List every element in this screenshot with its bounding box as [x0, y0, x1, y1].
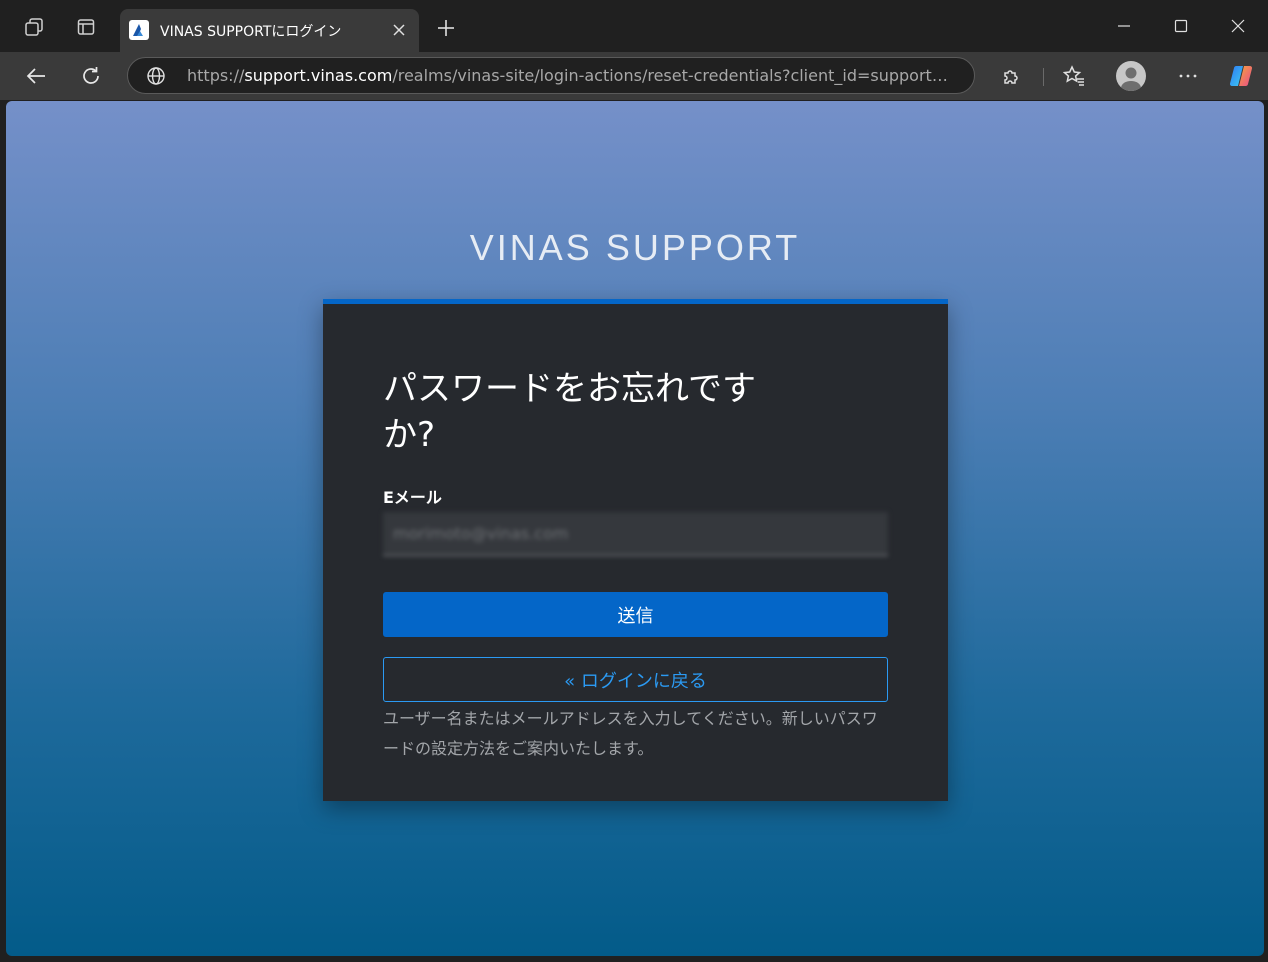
url-scheme: https://: [187, 66, 245, 85]
browser-window: VINAS SUPPORTにログイン https://support.vinas…: [0, 0, 1268, 962]
page-content: VINAS SUPPORT パスワードをお忘れですか? Eメール 送信 « ログ…: [6, 101, 1264, 956]
active-tab[interactable]: VINAS SUPPORTにログイン: [120, 9, 419, 52]
plus-icon[interactable]: [432, 14, 460, 42]
url-host: support.vinas.com: [244, 66, 393, 85]
puzzle-icon[interactable]: [996, 60, 1028, 92]
refresh-icon[interactable]: [75, 60, 107, 92]
address-bar[interactable]: https://support.vinas.com/realms/vinas-s…: [127, 57, 975, 94]
tab-strip: VINAS SUPPORTにログイン: [0, 0, 1268, 52]
url-text[interactable]: https://support.vinas.com/realms/vinas-s…: [187, 66, 957, 85]
tab-title: VINAS SUPPORTにログイン: [160, 24, 342, 40]
reset-password-card: パスワードをお忘れですか? Eメール 送信 « ログインに戻る ユーザー名または…: [323, 299, 948, 801]
close-window-icon[interactable]: [1218, 10, 1258, 42]
maximize-icon[interactable]: [1161, 10, 1201, 42]
more-icon[interactable]: [1172, 60, 1204, 92]
vinas-logo-icon: [129, 20, 149, 40]
submit-button[interactable]: 送信: [383, 592, 888, 637]
close-icon[interactable]: [389, 20, 409, 40]
email-field[interactable]: [383, 512, 888, 556]
toolbar-separator: [1043, 68, 1044, 86]
globe-icon[interactable]: [146, 66, 166, 86]
email-label: Eメール: [383, 488, 442, 507]
back-to-login-link[interactable]: « ログインに戻る: [383, 657, 888, 702]
favorites-icon[interactable]: [1058, 60, 1090, 92]
copilot-icon[interactable]: [1225, 60, 1257, 92]
minimize-icon[interactable]: [1104, 10, 1144, 42]
back-arrow-icon[interactable]: [20, 60, 52, 92]
tab-actions-icon[interactable]: [71, 12, 101, 42]
url-path: /realms/vinas-site/login-actions/reset-c…: [392, 66, 957, 85]
page-title: パスワードをお忘れですか?: [383, 369, 756, 455]
workspaces-icon[interactable]: [19, 12, 49, 42]
profile-icon[interactable]: [1116, 61, 1146, 91]
brand-header: VINAS SUPPORT: [469, 227, 801, 268]
help-text: ユーザー名またはメールアドレスを入力してください。新しいパスワードの設定方法をご…: [383, 709, 878, 758]
browser-toolbar: https://support.vinas.com/realms/vinas-s…: [0, 52, 1268, 100]
